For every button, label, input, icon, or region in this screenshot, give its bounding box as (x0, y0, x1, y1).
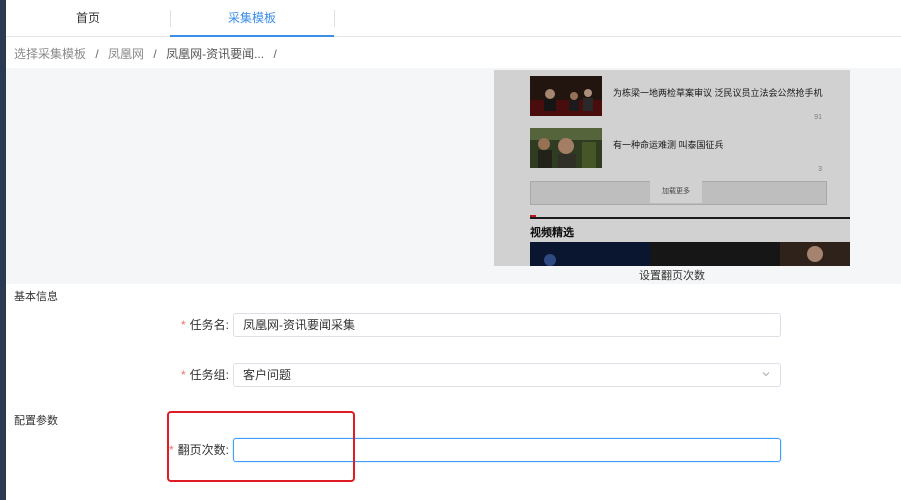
preview-panel: 为栋梁一地两检草案审议 泛民议员立法会公然抢手机 91 有一种命运难测 叫泰国征… (6, 68, 901, 284)
breadcrumb-separator: / (95, 47, 99, 61)
task-group-select[interactable]: 客户问题 (233, 363, 781, 387)
breadcrumb-site[interactable]: 凤凰网 (108, 47, 144, 61)
breadcrumb-select-template[interactable]: 选择采集模板 (14, 47, 86, 61)
required-marker: * (180, 368, 186, 382)
news-item: 为栋梁一地两检草案审议 泛民议员立法会公然抢手机 91 (530, 76, 830, 121)
chevron-down-icon[interactable] (762, 370, 770, 378)
preview-caption: 设置翻页次数 (639, 270, 705, 282)
section-config-params: 配置参数 (14, 415, 58, 427)
video-section-title: 视频精选 (530, 227, 574, 239)
tab-home[interactable]: 首页 (6, 0, 170, 36)
news-item: 有一种命运难测 叫泰国征兵 3 (530, 128, 830, 173)
load-more-button[interactable]: 加载更多 (650, 181, 702, 203)
section-basic-info: 基本信息 (14, 291, 58, 303)
required-marker: * (180, 318, 186, 332)
tab-bar: 首页 采集模板 (6, 0, 901, 37)
tab-divider (334, 10, 335, 27)
task-group-label: * 任务组: (180, 368, 229, 382)
breadcrumb-separator: / (153, 47, 157, 61)
task-group-value: 客户问题 (243, 368, 292, 382)
tab-collection-template[interactable]: 采集模板 (170, 0, 334, 37)
news-thumbnail (530, 76, 602, 116)
webpage-preview[interactable]: 为栋梁一地两检草案审议 泛民议员立法会公然抢手机 91 有一种命运难测 叫泰国征… (494, 70, 850, 266)
video-thumbnails (530, 242, 850, 266)
section-divider (530, 217, 850, 219)
news-title: 有一种命运难测 叫泰国征兵 (613, 140, 724, 150)
breadcrumb: 选择采集模板 / 凤凰网 / 凤凰网-资讯要闻... / (14, 46, 283, 62)
news-title: 为栋梁一地两检草案审议 泛民议员立法会公然抢手机 (613, 88, 823, 98)
breadcrumb-template: 凤凰网-资讯要闻... (166, 47, 265, 61)
breadcrumb-separator: / (273, 47, 277, 61)
annotation-highlight-box (167, 411, 355, 482)
comment-count: 91 (814, 114, 822, 121)
comment-count: 3 (818, 166, 822, 173)
task-name-label: * 任务名: (180, 318, 229, 332)
task-name-input[interactable]: 凤凰网-资讯要闻采集 (233, 313, 781, 337)
news-thumbnail (530, 128, 602, 168)
